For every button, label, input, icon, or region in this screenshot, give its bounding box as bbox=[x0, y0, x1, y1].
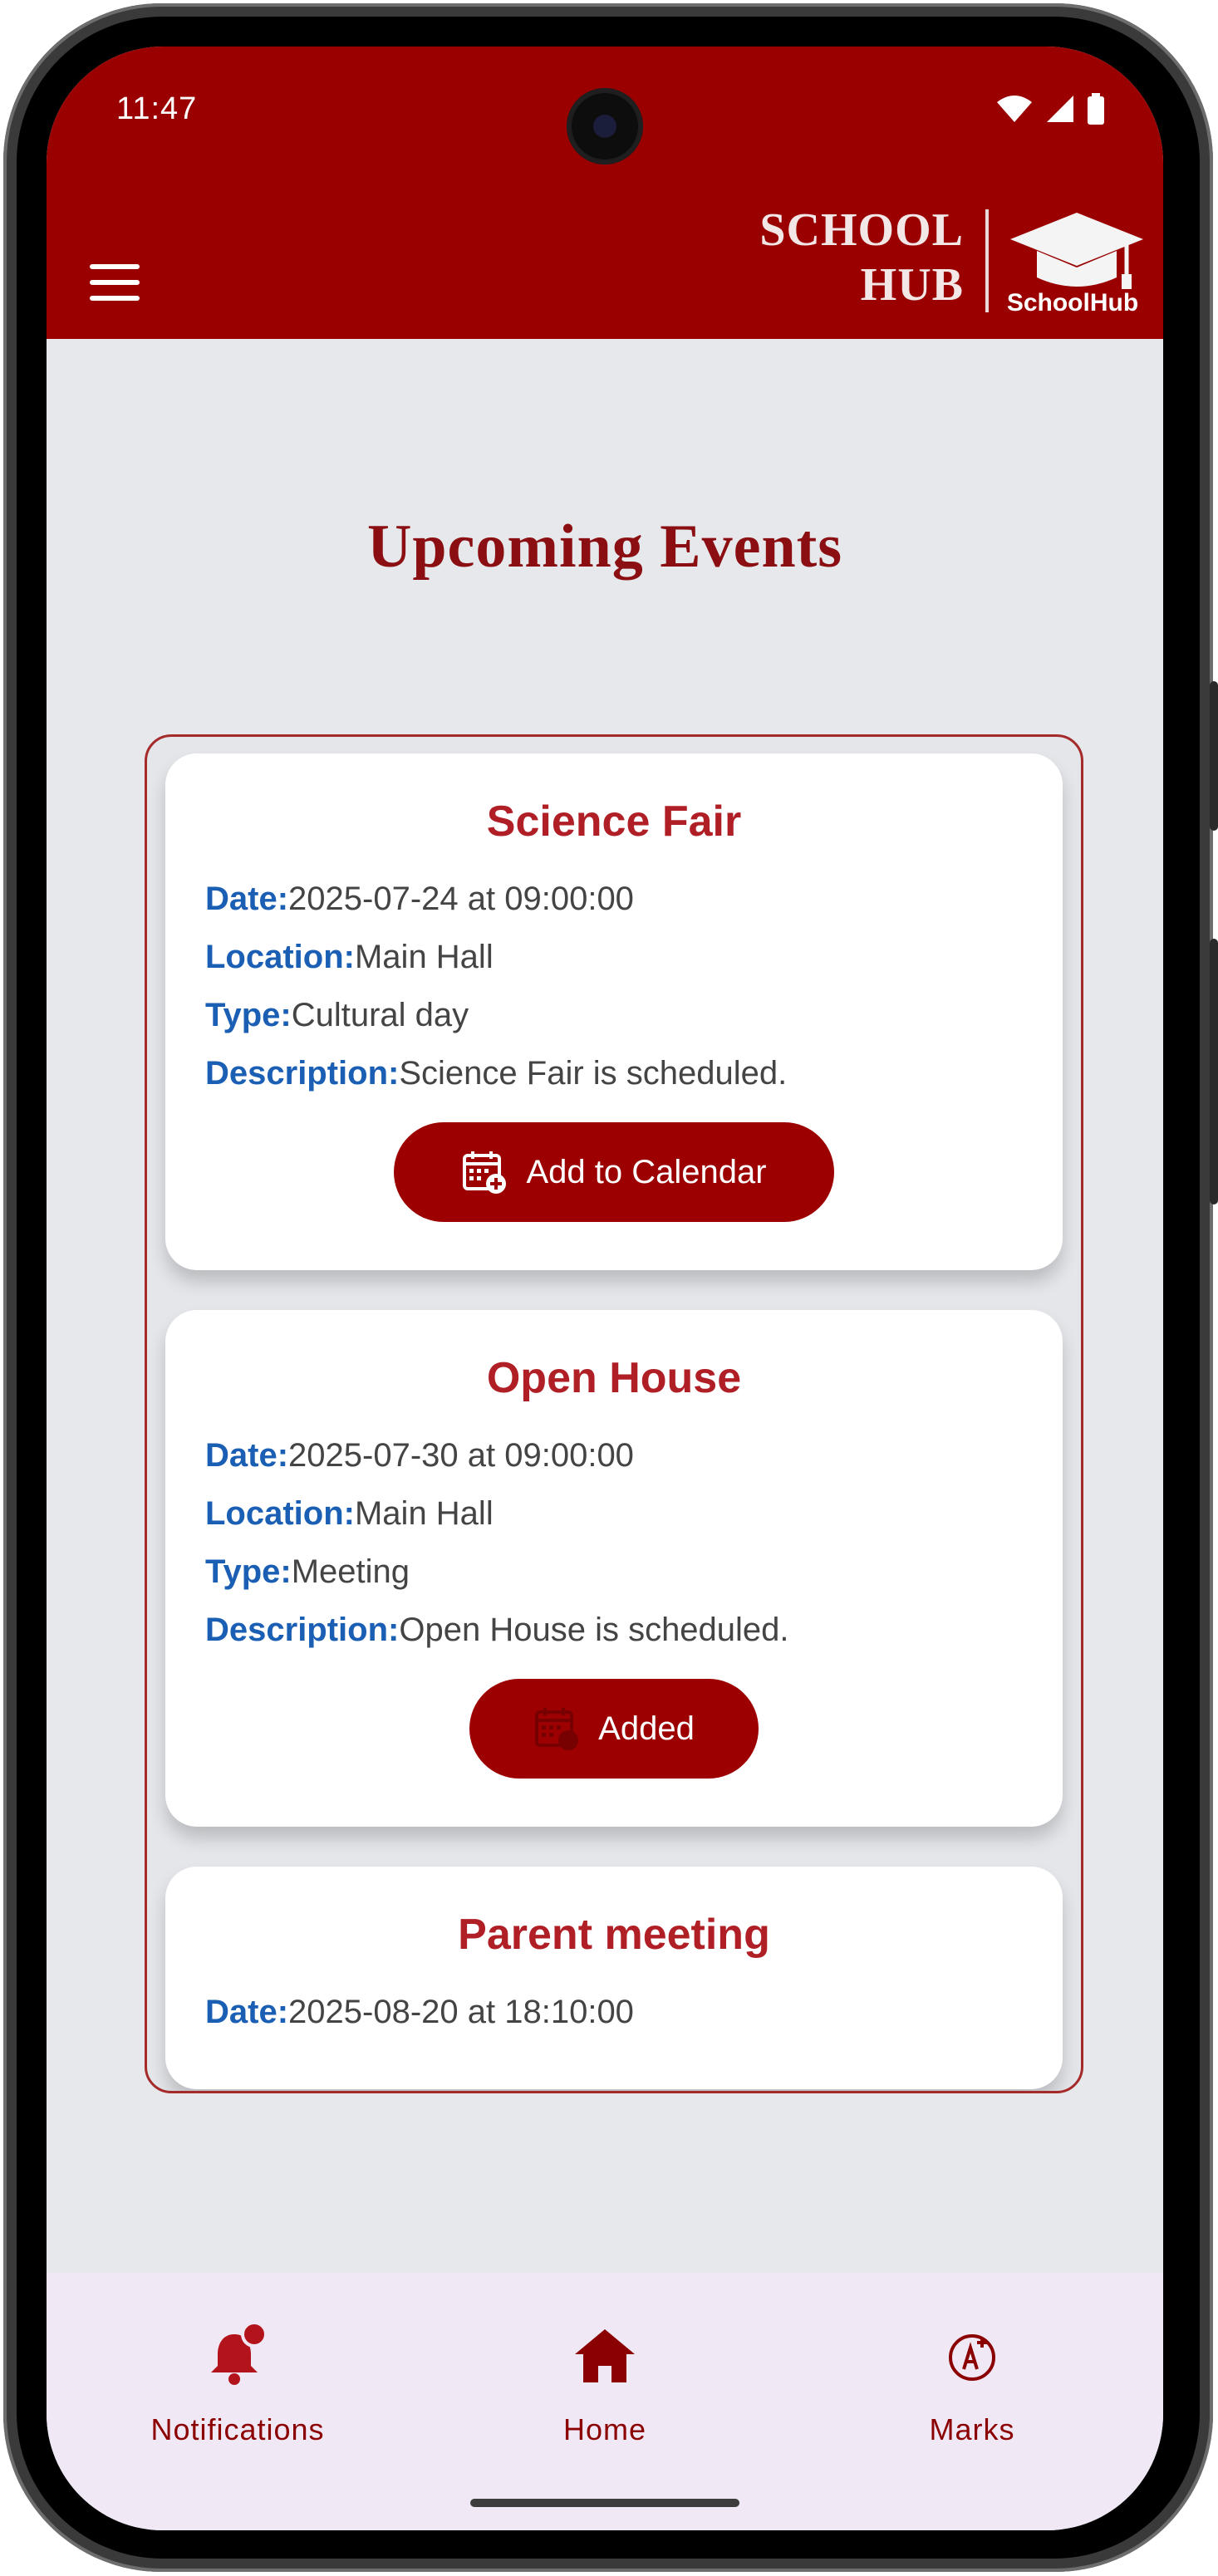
calendar-added-icon bbox=[535, 1708, 579, 1750]
logo-label: SchoolHub bbox=[1006, 289, 1139, 316]
events-list-panel[interactable]: Science Fair Date:2025-07-24 at 09:00:00… bbox=[145, 734, 1083, 2093]
event-card: Science Fair Date:2025-07-24 at 09:00:00… bbox=[165, 753, 1063, 1270]
menu-icon-bar bbox=[90, 264, 140, 269]
date-value: 2025-07-30 at 09:00:00 bbox=[288, 1437, 634, 1474]
status-time: 11:47 bbox=[116, 91, 198, 126]
app-header: 11:47 SCHOOL HUB SchoolHub bbox=[47, 47, 1163, 339]
volume-button bbox=[1210, 939, 1218, 1205]
event-card: Open House Date:2025-07-30 at 09:00:00 L… bbox=[165, 1310, 1063, 1827]
description-value: Open House is scheduled. bbox=[399, 1612, 789, 1648]
gesture-home-indicator[interactable] bbox=[470, 2499, 739, 2507]
location-label: Location: bbox=[205, 939, 355, 975]
date-label: Date: bbox=[205, 1437, 289, 1474]
description-label: Description: bbox=[205, 1055, 400, 1092]
home-icon bbox=[575, 2329, 635, 2382]
hamburger-menu-button[interactable] bbox=[90, 264, 140, 302]
event-title: Science Fair bbox=[486, 797, 742, 846]
event-date: Date:2025-07-24 at 09:00:00 bbox=[165, 870, 1063, 928]
type-value: Cultural day bbox=[291, 997, 469, 1033]
brand-line-2: HUB bbox=[860, 259, 964, 311]
brand-title: SCHOOL HUB bbox=[759, 203, 964, 312]
add-to-calendar-button[interactable]: Add to Calendar bbox=[394, 1122, 834, 1222]
event-title: Open House bbox=[486, 1354, 742, 1402]
grade-a-plus-icon bbox=[949, 2334, 995, 2381]
event-type: Type:Cultural day bbox=[165, 986, 1063, 1044]
event-description: Description:Science Fair is scheduled. bbox=[165, 1044, 1063, 1102]
brand-divider bbox=[985, 209, 989, 312]
nav-label: Notifications bbox=[150, 2412, 325, 2446]
button-label: Added bbox=[598, 1710, 695, 1747]
events-scroll-area[interactable]: Science Fair Date:2025-07-24 at 09:00:00… bbox=[165, 753, 1063, 2091]
menu-icon-bar bbox=[90, 280, 140, 285]
location-value: Main Hall bbox=[354, 939, 494, 975]
page-title: Upcoming Events bbox=[366, 513, 843, 581]
date-value: 2025-07-24 at 09:00:00 bbox=[288, 881, 634, 917]
nav-notifications[interactable]: Notifications bbox=[113, 2323, 362, 2447]
location-value: Main Hall bbox=[354, 1495, 494, 1532]
cellular-signal-icon bbox=[1047, 96, 1073, 122]
bell-notification-icon bbox=[211, 2323, 268, 2385]
type-label: Type: bbox=[205, 1553, 292, 1590]
nav-home[interactable]: Home bbox=[480, 2323, 729, 2447]
event-location: Location:Main Hall bbox=[165, 928, 1063, 986]
nav-label: Home bbox=[562, 2412, 647, 2446]
power-button bbox=[1210, 681, 1218, 831]
wifi-icon bbox=[997, 96, 1032, 122]
date-label: Date: bbox=[205, 1994, 289, 2030]
date-value: 2025-08-20 at 18:10:00 bbox=[288, 1994, 634, 2030]
nav-marks[interactable]: Marks bbox=[847, 2323, 1097, 2447]
calendar-add-icon bbox=[463, 1151, 507, 1194]
status-icons bbox=[995, 93, 1105, 125]
battery-icon bbox=[1088, 93, 1104, 125]
type-label: Type: bbox=[205, 997, 292, 1033]
added-to-calendar-button[interactable]: Added bbox=[469, 1679, 759, 1779]
app-screen: 11:47 SCHOOL HUB SchoolHub Upcoming Even… bbox=[47, 47, 1163, 2530]
event-title: Parent meeting bbox=[458, 1911, 770, 1959]
brand-line-1: SCHOOL bbox=[759, 204, 964, 256]
event-type: Type:Meeting bbox=[165, 1543, 1063, 1601]
description-label: Description: bbox=[205, 1612, 400, 1648]
location-label: Location: bbox=[205, 1495, 355, 1532]
nav-label: Marks bbox=[929, 2412, 1015, 2446]
event-date: Date:2025-08-20 at 18:10:00 bbox=[165, 1983, 1063, 2041]
button-label: Add to Calendar bbox=[526, 1153, 767, 1190]
date-label: Date: bbox=[205, 881, 289, 917]
event-card: Parent meeting Date:2025-08-20 at 18:10:… bbox=[165, 1867, 1063, 2089]
description-value: Science Fair is scheduled. bbox=[399, 1055, 788, 1092]
event-description: Description:Open House is scheduled. bbox=[165, 1601, 1063, 1659]
front-camera bbox=[567, 88, 643, 164]
type-value: Meeting bbox=[291, 1553, 410, 1590]
menu-icon-bar bbox=[90, 296, 140, 301]
bottom-navigation: Notifications Home Marks bbox=[47, 2273, 1163, 2530]
event-date: Date:2025-07-30 at 09:00:00 bbox=[165, 1426, 1063, 1484]
event-location: Location:Main Hall bbox=[165, 1484, 1063, 1543]
